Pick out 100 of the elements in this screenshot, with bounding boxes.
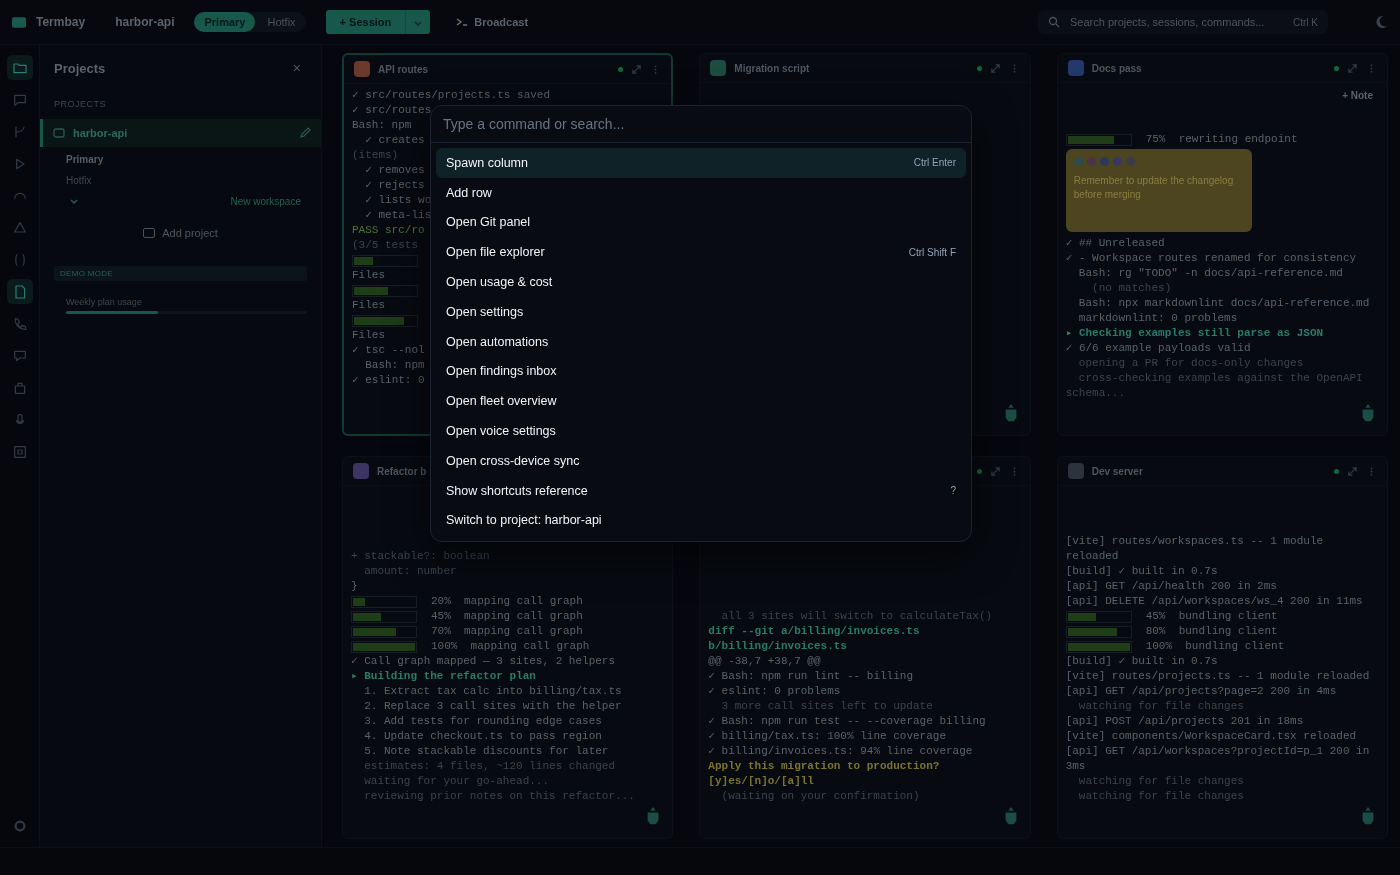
terminal-line: diff --git a/billing/invoices.ts b/billing/invoices.ts: [708, 624, 921, 654]
terminal-line: ✓ tsc --nol: [352, 343, 425, 358]
panel-title: Dev server: [1091, 465, 1143, 477]
shortcut-hint: Ctrl K: [1293, 16, 1318, 28]
terminal-line: Files: [352, 298, 385, 313]
terminal-line: (3/5 tests: [352, 238, 418, 253]
terminal-line: 20% mapping call graph: [431, 594, 583, 609]
terminal-line: (items): [352, 148, 399, 163]
panel-title: Docs pass: [1091, 62, 1142, 74]
terminal-line: ✓ creates: [364, 133, 425, 148]
command-item[interactable]: Open fleet overview: [436, 386, 966, 417]
terminal-line: Bash: npm: [352, 118, 412, 133]
search-input[interactable]: Search projects, sessions, commands...: [1068, 15, 1285, 29]
command-item[interactable]: Open findings inbox: [436, 356, 966, 387]
terminal-line: reviewing prior notes on this refactor...: [363, 789, 635, 804]
terminal-line: ✓ removes: [364, 163, 425, 178]
terminal-line: ✓ meta-lis: [364, 208, 432, 223]
terminal-line: [build] ✓ built in 0.7s: [1065, 564, 1218, 579]
terminal-line: watching for file changes: [1077, 789, 1244, 804]
shortcut-hint: Ctrl Enter: [913, 157, 956, 169]
terminal-line: 4. Update checkout.ts to pass region: [363, 729, 602, 744]
terminal-line: [api] GET /api/health 200 in 2ms: [1065, 579, 1277, 594]
terminal-line: ▸ Checking examples still parse as JSON: [1065, 326, 1324, 341]
terminal-line: Bash: npx markdownlint docs/api-reference.md: [1077, 296, 1370, 311]
command-item[interactable]: Open file explorer Ctrl Shift F: [436, 237, 966, 268]
terminal-line: Apply this migration to production? [y]es/[n]o/[a]ll: [708, 759, 941, 789]
terminal-line: 75% rewriting endpoint: [1145, 132, 1298, 147]
terminal-line: [vite] routes/workspaces.ts -- 1 module reloaded: [1065, 534, 1325, 564]
terminal-line: [api] GET /api/workspaces?projectId=p_1 200 in 3ms: [1065, 744, 1371, 774]
terminal-line: }: [351, 579, 358, 594]
command-item[interactable]: Switch to project: harbor-api: [436, 505, 966, 536]
terminal-line: @@ -38,7 +38,7 @@: [708, 654, 821, 669]
panel-title: Refactor b: [377, 465, 427, 477]
shortcut-hint: ?: [950, 485, 956, 497]
terminal-line: [vite] components/WorkspaceCard.tsx reloaded: [1065, 729, 1357, 744]
project-name: harbor-api: [115, 15, 175, 29]
terminal-line: estimates: 4 files, ~120 lines changed: [363, 759, 616, 774]
command-input[interactable]: Type a command or search...: [441, 115, 961, 133]
terminal-line: 3. Add tests for rounding edge cases: [363, 714, 602, 729]
terminal-line: PASS src/ro: [352, 223, 425, 238]
command-item[interactable]: Open cross-device sync: [436, 445, 966, 476]
terminal-line: ✓ ## Unreleased: [1065, 236, 1165, 251]
terminal-line: opening a PR for docs-only changes: [1077, 356, 1304, 371]
terminal-line: [api] DELETE /api/workspaces/ws_4 200 in 11ms: [1065, 594, 1363, 609]
terminal-line: waiting for your go-ahead...: [363, 774, 550, 789]
command-item[interactable]: Open Git panel: [436, 207, 966, 238]
terminal-line: Bash: rg "TODO" -n docs/api-reference.md: [1077, 266, 1343, 281]
terminal-line: Bash: npm: [364, 358, 425, 373]
command-item[interactable]: Open voice settings: [436, 416, 966, 446]
app-name: Termbay: [36, 15, 86, 29]
terminal-line: all 3 sites will switch to calculateTax(): [720, 609, 993, 624]
terminal-line: ✓ billing/invoices.ts: 94% line coverage: [708, 744, 973, 759]
terminal-line: [api] GET /api/projects?page=2 200 in 4ms: [1065, 684, 1337, 699]
shortcut-hint: Ctrl Shift F: [908, 246, 956, 258]
terminal-line: markdownlint: 0 problems: [1077, 311, 1238, 326]
command-item[interactable]: Open usage & cost: [436, 267, 966, 297]
terminal-line: 5. Note stackable discounts for later: [363, 744, 609, 759]
terminal-line: ✓ src/routes: [352, 103, 432, 118]
terminal-line: 2. Replace 3 call sites with the helper: [363, 699, 622, 714]
terminal-line: ✓ - Workspace routes renamed for consistency: [1065, 251, 1357, 266]
command-item[interactable]: Show shortcuts reference ?: [436, 475, 966, 506]
command-item[interactable]: Open settings: [436, 297, 966, 327]
demo-banner: DEMO MODE: [54, 266, 307, 281]
terminal-line: [build] ✓ built in 0.7s: [1065, 654, 1218, 669]
terminal-line: 80% bundling client: [1145, 624, 1278, 639]
panel-title: API routes: [378, 63, 428, 75]
terminal-line: ▸ Building the refactor plan: [351, 669, 536, 684]
terminal-line: ✓ eslint: 0 problems: [708, 684, 841, 699]
terminal-line: 45% bundling client: [1145, 609, 1278, 624]
terminal-line: 100% bundling client: [1145, 639, 1285, 654]
panel-title: Migration script: [734, 62, 810, 74]
terminal-line: ✓ Bash: npm run lint -- billing: [708, 669, 913, 684]
terminal-line: ✓ billing/tax.ts: 100% line coverage: [708, 729, 946, 744]
terminal-line: (waiting on your confirmation): [720, 789, 920, 804]
terminal-line: 100% mapping call graph: [431, 639, 590, 654]
terminal-line: Files: [352, 328, 385, 343]
terminal-line: ✓ Call graph mapped — 3 sites, 2 helpers: [351, 654, 616, 669]
terminal-line: 3 more call sites left to update: [720, 699, 933, 714]
terminal-line: cross-checking examples against the OpenAPI schema...: [1065, 371, 1364, 401]
terminal-line: 45% mapping call graph: [431, 609, 583, 624]
terminal-line: ✓ 6/6 example payloads valid: [1065, 341, 1251, 356]
terminal-line: ✓ Bash: npm run test -- --coverage billing: [708, 714, 986, 729]
command-item[interactable]: Open automations: [436, 326, 966, 357]
terminal-line: Files: [352, 268, 385, 283]
terminal-line: [api] POST /api/projects 201 in 18ms: [1065, 714, 1304, 729]
terminal-line: watching for file changes: [1077, 774, 1244, 789]
terminal-line: watching for file changes: [1077, 699, 1244, 714]
terminal-line: amount: number: [363, 564, 457, 579]
terminal-line: ✓ src/routes/projects.ts saved: [352, 88, 551, 103]
command-item[interactable]: Spawn column Ctrl Enter: [436, 148, 966, 178]
command-item[interactable]: Add row: [436, 177, 966, 208]
terminal-line: ✓ rejects: [364, 178, 425, 193]
sidebar-title: Projects: [54, 60, 106, 76]
terminal-line: 1. Extract tax calc into billing/tax.ts: [363, 684, 622, 699]
terminal-line: ✓ eslint: 0: [352, 373, 425, 388]
terminal-line: (no matches): [1091, 281, 1172, 296]
section-label: PROJECTS: [54, 99, 107, 109]
terminal-line: 70% mapping call graph: [431, 624, 583, 639]
terminal-line: [vite] routes/projects.ts -- 1 module reloaded: [1065, 669, 1370, 684]
note-text: Remember to update the changelog before merging: [1073, 174, 1235, 202]
